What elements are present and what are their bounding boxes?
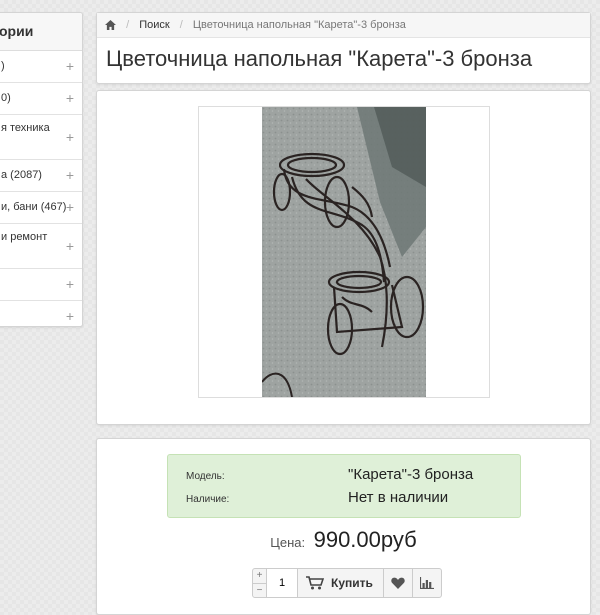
- expand-icon[interactable]: +: [66, 301, 74, 326]
- attribute-key: Модель:: [186, 471, 225, 482]
- compare-button[interactable]: [413, 569, 441, 597]
- breadcrumb-current: Цветочница напольная "Карета"-3 бронза: [192, 19, 406, 31]
- sidebar-item[interactable]: и, бани (467) +: [0, 192, 82, 224]
- sidebar-item-label: а (2087): [1, 169, 42, 181]
- wishlist-button[interactable]: [384, 569, 413, 597]
- quantity-stepper: + −: [253, 569, 267, 597]
- attribute-value: Нет в наличии: [348, 489, 449, 506]
- sidebar-item[interactable]: и ремонт +: [0, 224, 82, 269]
- price-label: Цена:: [270, 535, 306, 550]
- product-attributes: Модель: "Карета"-3 бронза Наличие: Нет в…: [167, 454, 521, 518]
- sidebar-item[interactable]: я техника +: [0, 115, 82, 160]
- price-value: 990.00руб: [313, 527, 417, 552]
- buy-button-label: Купить: [331, 576, 373, 590]
- sidebar-item[interactable]: а (2087) +: [0, 160, 82, 192]
- sidebar-item-label: 0): [1, 92, 11, 104]
- expand-icon[interactable]: +: [66, 192, 74, 223]
- buy-button[interactable]: Купить: [298, 569, 384, 597]
- page-header: / Поиск / Цветочница напольная "Карета"-…: [96, 12, 591, 84]
- breadcrumb-separator: /: [126, 19, 130, 31]
- sidebar-title: ории: [0, 13, 82, 51]
- price: Цена: 990.00руб: [97, 527, 590, 553]
- home-icon[interactable]: [105, 19, 119, 31]
- quantity-input[interactable]: [267, 569, 298, 597]
- product-image-panel: [96, 90, 591, 425]
- heart-icon: [391, 577, 405, 589]
- categories-sidebar: ории ) + 0) + я техника + а (2087) + и, …: [0, 12, 83, 327]
- expand-icon[interactable]: +: [66, 129, 74, 145]
- expand-icon[interactable]: +: [66, 269, 74, 300]
- cart-icon: [306, 576, 324, 590]
- quantity-minus-button[interactable]: −: [253, 582, 266, 598]
- product-photo[interactable]: [262, 107, 426, 397]
- expand-icon[interactable]: +: [66, 83, 74, 114]
- breadcrumb: / Поиск / Цветочница напольная "Карета"-…: [97, 13, 590, 38]
- product-image-frame[interactable]: [198, 106, 490, 398]
- sidebar-item-label: и, бани (467): [1, 201, 67, 213]
- expand-icon[interactable]: +: [66, 238, 74, 254]
- sidebar-item[interactable]: +: [0, 269, 82, 301]
- sidebar-item-label: и ремонт: [1, 231, 48, 243]
- sidebar-item[interactable]: 0) +: [0, 83, 82, 115]
- attribute-value: "Карета"-3 бронза: [348, 466, 474, 483]
- sidebar-item[interactable]: ) +: [0, 51, 82, 83]
- expand-icon[interactable]: +: [66, 160, 74, 191]
- sidebar-item-label: я техника: [1, 122, 50, 134]
- sidebar-item[interactable]: +: [0, 301, 82, 326]
- breadcrumb-separator: /: [179, 19, 183, 31]
- breadcrumb-search-link[interactable]: Поиск: [139, 19, 169, 31]
- bar-chart-icon: [419, 577, 434, 589]
- buy-controls: + − Купить: [252, 568, 442, 598]
- page-title: Цветочница напольная "Карета"-3 бронза: [106, 46, 533, 71]
- quantity-plus-button[interactable]: +: [253, 569, 266, 583]
- attribute-key: Наличие:: [186, 494, 230, 505]
- expand-icon[interactable]: +: [66, 51, 74, 82]
- sidebar-item-label: ): [1, 60, 5, 72]
- product-info-panel: Модель: "Карета"-3 бронза Наличие: Нет в…: [96, 438, 591, 615]
